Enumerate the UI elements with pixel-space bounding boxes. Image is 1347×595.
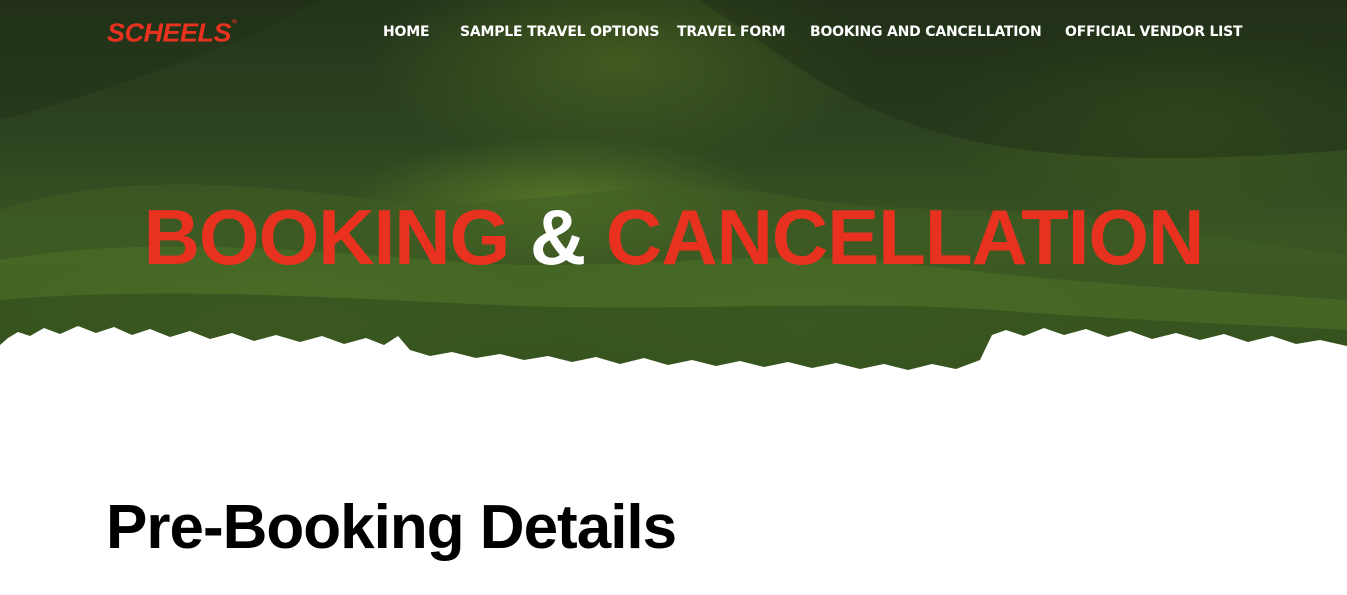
- nav-item-home[interactable]: HOME: [383, 24, 430, 40]
- logo-text: SCHEELS: [107, 18, 232, 48]
- hero-title-ampersand: &: [529, 193, 586, 282]
- hero-title: BOOKING & CANCELLATION: [0, 192, 1347, 283]
- nav-item-booking-and-cancellation[interactable]: BOOKING AND CANCELLATION: [810, 24, 1042, 40]
- hero-title-part1: BOOKING: [143, 193, 511, 282]
- nav-item-sample-travel-options[interactable]: SAMPLE TRAVEL OPTIONS: [460, 24, 660, 40]
- scheels-logo[interactable]: SCHEELS®: [107, 19, 237, 48]
- nav-item-official-vendor-list[interactable]: OFFICIAL VENDOR LIST: [1065, 24, 1243, 40]
- hero-banner: SCHEELS® HOME SAMPLE TRAVEL OPTIONS TRAV…: [0, 0, 1347, 400]
- registered-mark: ®: [232, 18, 237, 26]
- hero-title-part2: CANCELLATION: [605, 193, 1204, 282]
- nav-item-travel-form[interactable]: TRAVEL FORM: [677, 24, 786, 40]
- section-title: Pre-Booking Details: [106, 493, 677, 562]
